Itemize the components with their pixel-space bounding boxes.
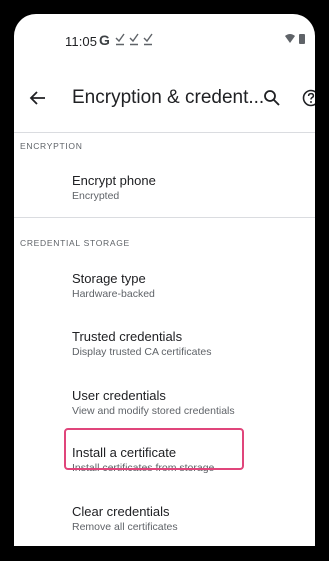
page-title: Encryption & credent... xyxy=(72,87,265,108)
divider xyxy=(14,217,315,218)
item-summary: Remove all certificates xyxy=(72,521,178,533)
item-summary: Hardware-backed xyxy=(72,288,155,300)
list-item-encrypt-phone[interactable]: Encrypt phone Encrypted xyxy=(72,172,312,204)
status-time: 11:05 xyxy=(65,34,98,49)
item-title: Encrypt phone xyxy=(72,173,156,188)
list-item-storage-type[interactable]: Storage type Hardware-backed xyxy=(72,270,312,302)
list-item-trusted-credentials[interactable]: Trusted credentials Display trusted CA c… xyxy=(72,328,312,360)
wifi-battery-icons xyxy=(285,34,305,44)
section-header-credential-storage: CREDENTIAL STORAGE xyxy=(20,238,130,248)
section-header-encryption: ENCRYPTION xyxy=(20,141,83,151)
status-bar: 11:05 G xyxy=(14,14,315,68)
arrow-back-icon xyxy=(29,91,45,105)
item-summary: View and modify stored credentials xyxy=(72,405,235,417)
google-notification-icon: G xyxy=(99,32,110,48)
battery-icon xyxy=(299,34,305,44)
highlight-box xyxy=(64,428,244,470)
help-button[interactable] xyxy=(299,86,315,110)
list-item-clear-credentials[interactable]: Clear credentials Remove all certificate… xyxy=(72,503,312,535)
item-title: User credentials xyxy=(72,388,166,403)
help-icon xyxy=(302,89,315,107)
item-title: Storage type xyxy=(72,271,146,286)
item-summary: Encrypted xyxy=(72,190,120,202)
wifi-icon xyxy=(285,34,295,43)
device-frame: 11:05 G Encryption & credent... ENCRYPTI… xyxy=(0,0,329,561)
item-title: Clear credentials xyxy=(72,504,170,519)
check-icon xyxy=(143,33,153,46)
check-icon xyxy=(115,33,125,46)
check-icon xyxy=(129,33,139,46)
search-icon xyxy=(264,90,280,106)
app-bar: Encryption & credent... xyxy=(14,68,315,132)
item-title: Trusted credentials xyxy=(72,329,183,344)
divider xyxy=(14,132,315,133)
item-summary: Display trusted CA certificates xyxy=(72,346,212,358)
back-button[interactable] xyxy=(26,86,50,110)
search-button[interactable] xyxy=(260,86,284,110)
list-item-user-credentials[interactable]: User credentials View and modify stored … xyxy=(72,387,312,419)
